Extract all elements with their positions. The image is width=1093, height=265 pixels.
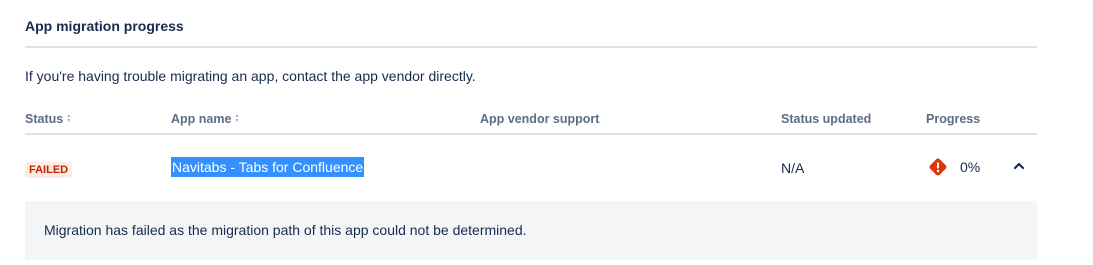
status-updated-cell: N/A <box>781 160 805 176</box>
column-header-progress-label: Progress <box>926 112 981 126</box>
sort-icon: ▲ ▼ <box>234 113 240 124</box>
section-title: App migration progress <box>25 18 184 34</box>
column-header-progress: Progress <box>926 112 980 126</box>
column-header-status-label: Status <box>25 112 64 126</box>
app-migration-progress-panel: App migration progress If you're having … <box>0 0 1093 265</box>
error-warning-icon <box>928 157 948 177</box>
column-header-vendor-support: App vendor support <box>480 112 599 126</box>
column-header-status[interactable]: Status ▲ ▼ <box>25 112 72 126</box>
chevron-up-icon[interactable] <box>1012 159 1026 173</box>
column-header-vendor-support-label: App vendor support <box>480 112 600 126</box>
app-name-cell[interactable]: Navitabs - Tabs for Confluence <box>171 157 365 177</box>
progress-cell: 0% <box>928 157 980 177</box>
status-badge: FAILED <box>25 162 73 178</box>
sort-icon: ▲ ▼ <box>66 113 72 124</box>
column-header-app-name[interactable]: App name ▲ ▼ <box>171 112 240 126</box>
progress-percent: 0% <box>960 159 981 175</box>
intro-text: If you're having trouble migrating an ap… <box>25 68 476 84</box>
column-header-status-updated-label: Status updated <box>781 112 872 126</box>
title-divider <box>25 46 1037 48</box>
row-detail-message: Migration has failed as the migration pa… <box>44 222 527 238</box>
column-header-status-updated: Status updated <box>781 112 871 126</box>
row-detail-panel: Migration has failed as the migration pa… <box>25 201 1037 260</box>
table-row: FAILED Navitabs - Tabs for Confluence N/… <box>25 135 1037 201</box>
column-header-app-name-label: App name <box>171 112 232 126</box>
